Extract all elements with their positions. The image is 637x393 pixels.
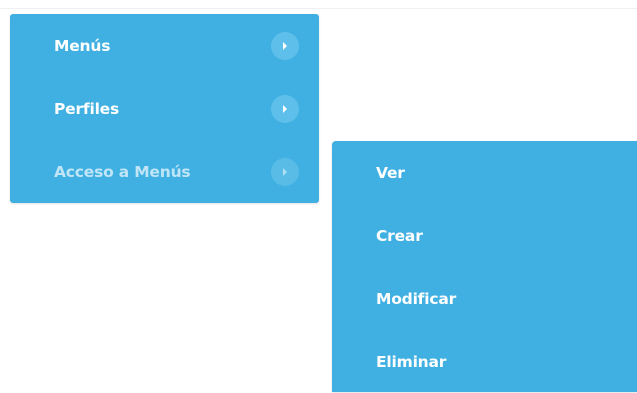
submenu-item-ver[interactable]: Ver <box>332 141 637 204</box>
submenu-item-label: Ver <box>376 163 405 182</box>
submenu: Ver Crear Modificar Eliminar <box>332 141 637 392</box>
submenu-item-label: Crear <box>376 226 423 245</box>
menu-item-label: Acceso a Menús <box>54 162 191 181</box>
submenu-item-label: Modificar <box>376 289 457 308</box>
submenu-item-eliminar[interactable]: Eliminar <box>332 330 637 393</box>
menu-item-acceso-a-menus[interactable]: Acceso a Menús <box>10 140 319 203</box>
submenu-item-modificar[interactable]: Modificar <box>332 267 637 330</box>
submenu-item-label: Eliminar <box>376 352 447 371</box>
chevron-right-circle-icon[interactable] <box>271 157 299 186</box>
chevron-right-circle-icon[interactable] <box>271 94 299 123</box>
top-divider <box>0 8 637 9</box>
chevron-right-circle-icon[interactable] <box>271 31 299 60</box>
main-menu: Menús Perfiles Acceso a Menús <box>10 14 319 203</box>
submenu-item-crear[interactable]: Crear <box>332 204 637 267</box>
menu-item-label: Menús <box>54 36 111 55</box>
menu-item-label: Perfiles <box>54 99 120 118</box>
menu-item-menus[interactable]: Menús <box>10 14 319 77</box>
menu-item-perfiles[interactable]: Perfiles <box>10 77 319 140</box>
